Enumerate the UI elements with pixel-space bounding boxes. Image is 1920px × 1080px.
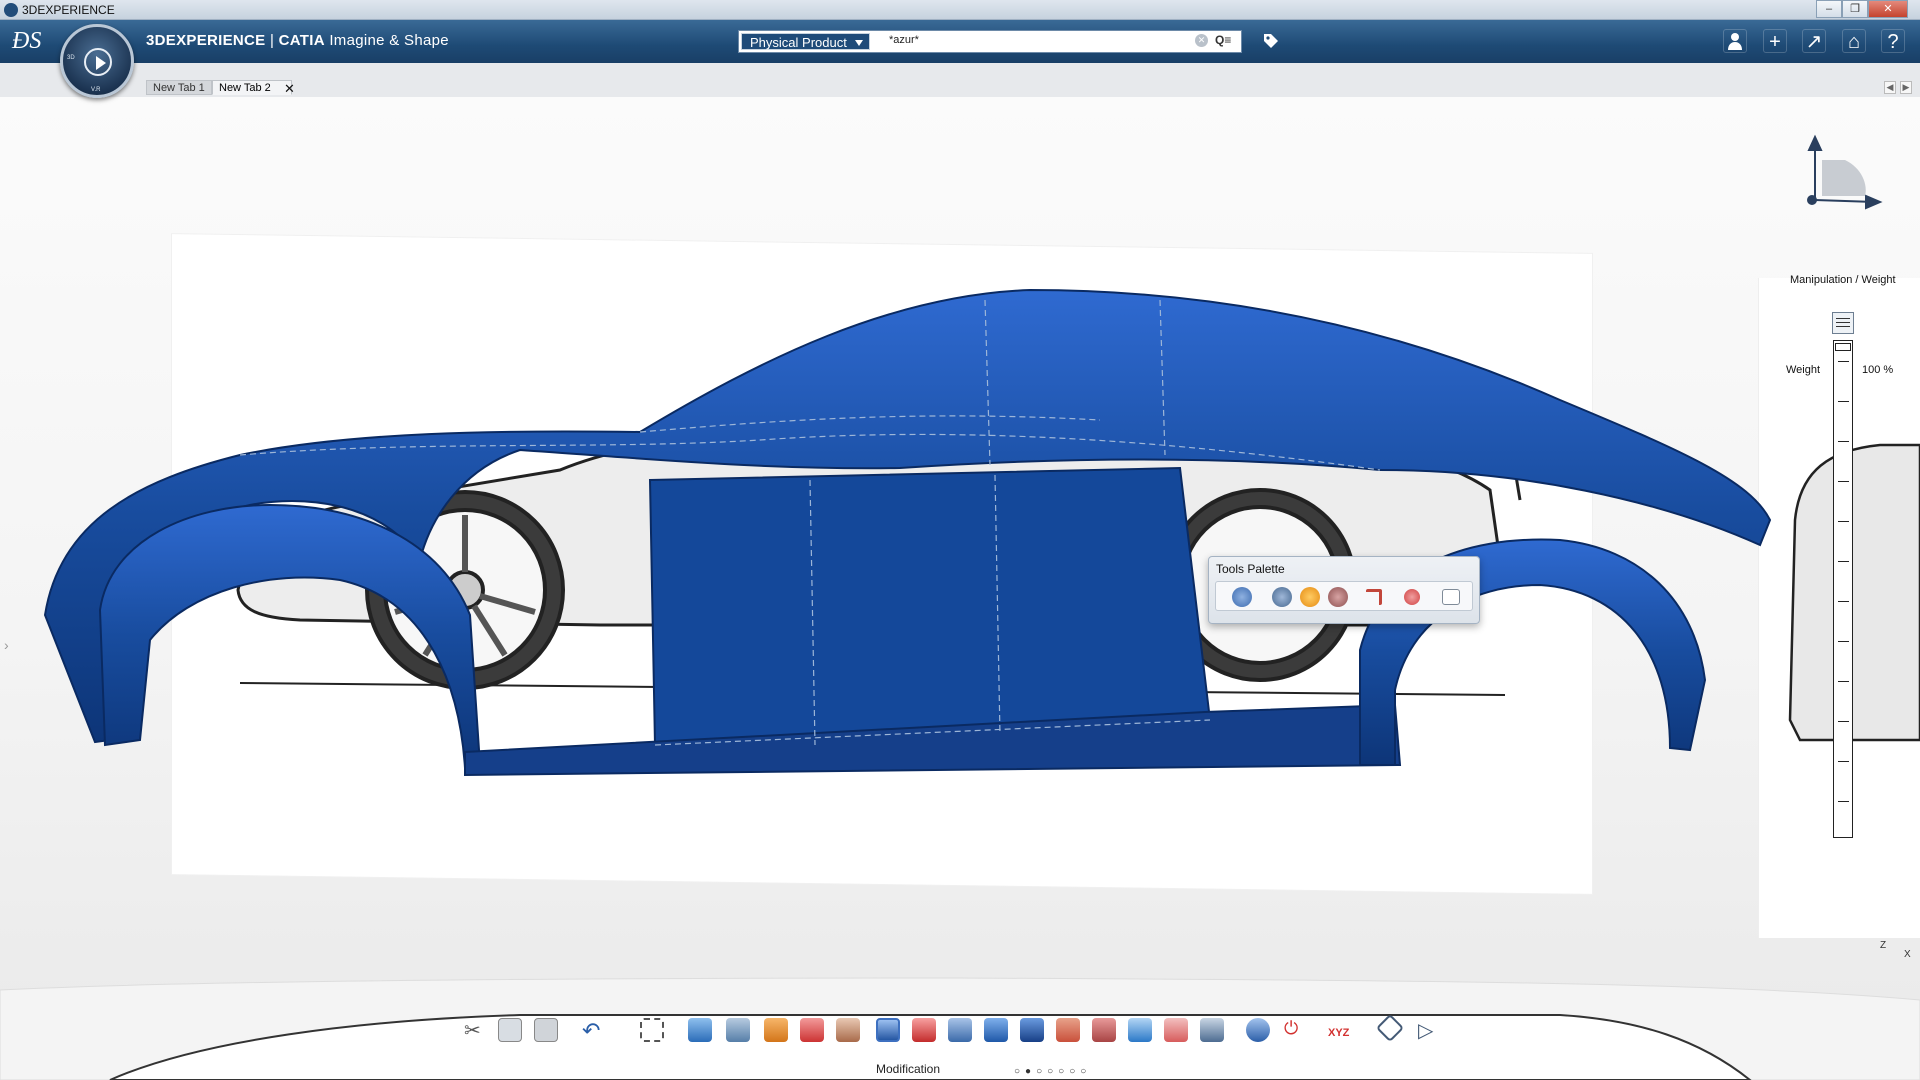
view-compass-icon [1807, 134, 1883, 210]
surface-icon[interactable] [948, 1018, 972, 1042]
curve-icon[interactable] [764, 1018, 788, 1042]
zoom-icon[interactable] [726, 1018, 750, 1042]
compass-3d-label: 3D [67, 55, 75, 61]
translate-icon[interactable] [688, 1018, 712, 1042]
action-bar: ✂ ↶ ⏻ XYZ ▷ [460, 1012, 1470, 1048]
fill-icon[interactable] [1092, 1018, 1116, 1042]
compass-reset-icon[interactable] [1375, 1013, 1405, 1043]
power-icon[interactable]: ⏻ [1284, 1018, 1308, 1042]
manipulation-panel-title: Manipulation / Weight [1790, 274, 1896, 286]
section-label: Modification [876, 1062, 941, 1076]
xyz-icon[interactable]: XYZ [1328, 1018, 1352, 1042]
paste-icon[interactable] [534, 1018, 558, 1042]
section-pager[interactable]: ○●○○○○○ [1014, 1066, 1091, 1077]
weight-value: 100 % [1862, 364, 1894, 376]
link-tool-icon[interactable] [1272, 587, 1292, 607]
sphere-icon[interactable] [984, 1018, 1008, 1042]
blue-door-surface [648, 466, 1212, 747]
cursor-icon[interactable]: ▷ [1418, 1018, 1442, 1042]
compass-vr-label: V.R [91, 87, 101, 93]
compass-widget[interactable]: 3D V.R [60, 24, 134, 98]
mirror-icon[interactable] [1056, 1018, 1080, 1042]
pattern-icon[interactable] [1164, 1018, 1188, 1042]
chain-tool-icon[interactable] [1300, 587, 1320, 607]
front-view-sketch [1788, 443, 1920, 742]
weight-slider-handle[interactable] [1835, 343, 1851, 351]
axis-x-label: X [1904, 949, 1911, 960]
cube-icon[interactable] [1020, 1018, 1044, 1042]
box-icon[interactable] [1128, 1018, 1152, 1042]
unlink-tool-icon[interactable] [1328, 587, 1348, 607]
car-model-scene[interactable] [0, 0, 1920, 1080]
cut-tool-icon[interactable] [1404, 589, 1420, 605]
layers-list-icon[interactable] [1832, 312, 1854, 334]
weight-slider[interactable] [1833, 340, 1853, 838]
display-tool-icon[interactable] [1442, 589, 1460, 605]
corner-tool-icon[interactable] [1366, 589, 1382, 605]
tools-palette-bar [1215, 581, 1473, 611]
tools-palette[interactable]: Tools Palette [1208, 556, 1480, 624]
subdivision-icon[interactable] [912, 1018, 936, 1042]
select-mode-icon[interactable] [640, 1018, 664, 1042]
play-icon[interactable] [84, 48, 112, 76]
select-tool-icon[interactable] [1232, 587, 1252, 607]
extrude-icon[interactable] [836, 1018, 860, 1042]
cut-icon[interactable]: ✂ [464, 1018, 488, 1042]
copy-icon[interactable] [498, 1018, 522, 1042]
modify-surface-icon[interactable] [876, 1018, 900, 1042]
symmetry-icon[interactable] [1200, 1018, 1224, 1042]
undo-icon[interactable]: ↶ [582, 1018, 606, 1043]
tools-palette-title: Tools Palette [1216, 562, 1285, 576]
weight-label: Weight [1786, 364, 1821, 376]
globe-icon[interactable] [1246, 1018, 1270, 1042]
primitive-icon[interactable] [800, 1018, 824, 1042]
axis-indicator: Z X [1880, 940, 1911, 960]
